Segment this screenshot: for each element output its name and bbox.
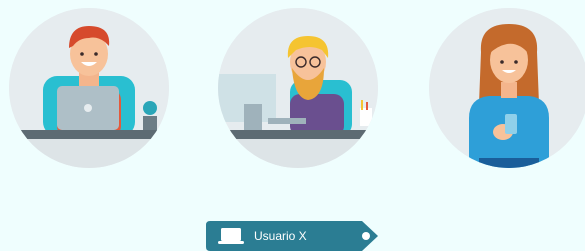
avatar-man-with-laptop[interactable] [9,8,169,168]
avatar-woman-with-phone[interactable] [429,8,585,168]
man-with-laptop-avatar-icon [9,8,169,168]
tag-hole-dot [362,232,370,240]
bearded-man-at-desk-avatar-icon [218,8,378,168]
laptop-icon [218,228,244,244]
woman-with-phone-avatar-icon [429,8,585,168]
user-tag[interactable]: Usuario X [206,221,378,251]
avatar-bearded-man-at-desk[interactable] [218,8,378,168]
user-name-label: Usuario X [254,229,307,243]
